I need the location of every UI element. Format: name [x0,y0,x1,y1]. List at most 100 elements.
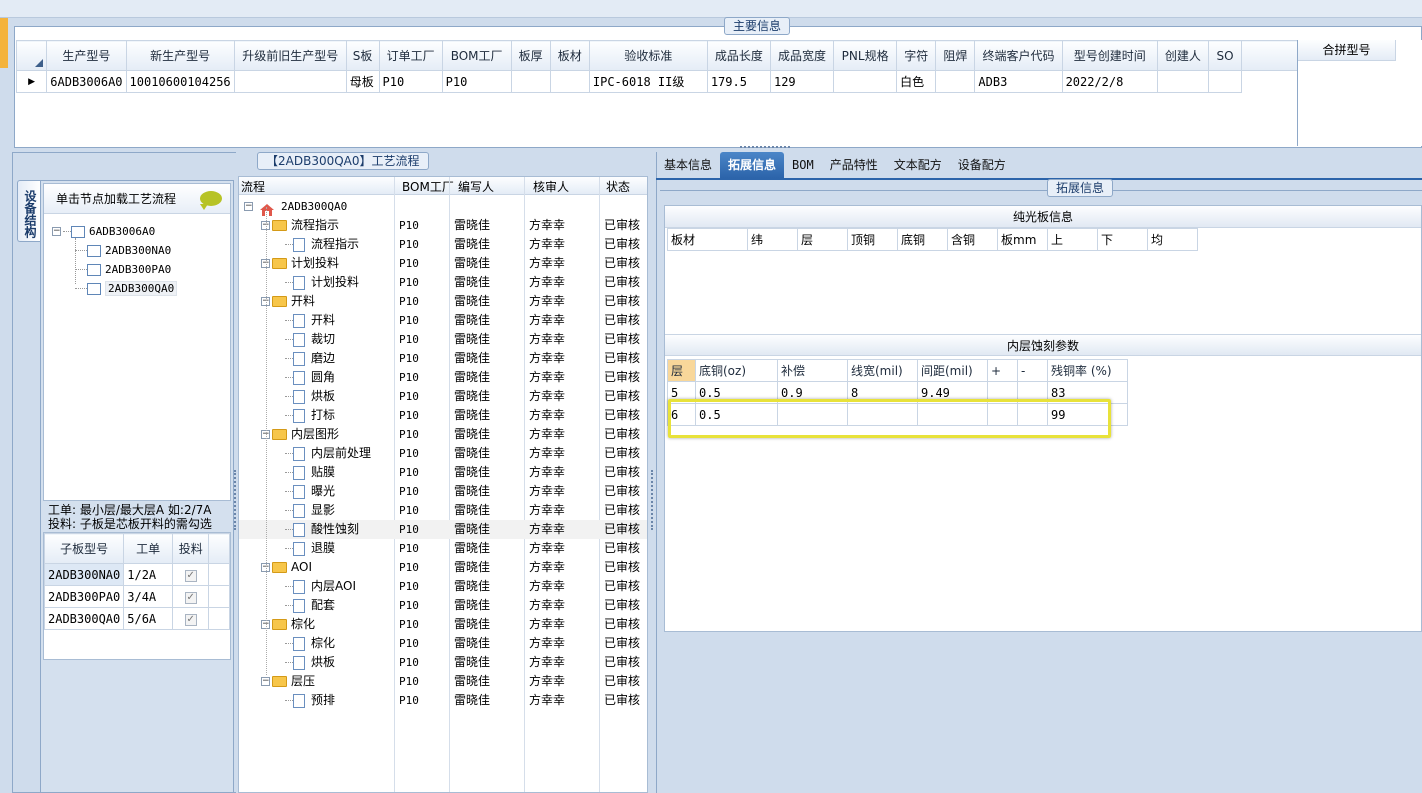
cell[interactable] [833,70,898,93]
table-row[interactable]: 2ADB300PA0 3/4A ✓ [43,585,230,608]
flow-row[interactable]: 烘板 P10 雷晓佳 方幸幸 已审核 [239,387,647,406]
plain-col-header[interactable]: 下 [1097,228,1148,251]
merge-model-header[interactable]: 合拼型号 [1298,40,1396,61]
flow-row[interactable]: 酸性蚀刻 P10 雷晓佳 方幸幸 已审核 [239,520,647,539]
cell[interactable]: 6ADB3006A0 [46,70,127,93]
table-row[interactable]: ▶ 6ADB3006A0 10010600104256 母板 P10 P10 IPC-601… [16,70,1298,93]
cell[interactable] [935,70,976,93]
table-row[interactable]: 2ADB300NA0 1/2A ✓ [43,563,230,586]
col-feed[interactable]: 投料 [171,533,210,564]
plain-col-header[interactable]: 含铜 [947,228,998,251]
col-header[interactable]: 阻焊 [935,40,976,71]
feed-checkbox[interactable]: ✓ [184,570,197,582]
flow-row[interactable]: 显影 P10 雷晓佳 方幸幸 已审核 [239,501,647,520]
etch-col-header[interactable]: 间距(mil) [917,359,988,382]
col-header[interactable]: 字符 [896,40,937,71]
flow-row[interactable]: 打标 P10 雷晓佳 方幸幸 已审核 [239,406,647,425]
feed-cell[interactable]: ✓ [171,563,210,586]
col-header[interactable]: 生产型号 [46,40,127,71]
tab-3[interactable]: 产品特性 [822,152,886,178]
flow-root-row[interactable]: − 2ADB300QA0 [239,197,647,216]
flow-row[interactable]: 烘板 P10 雷晓佳 方幸幸 已审核 [239,653,647,672]
etch-col-header[interactable]: 补偿 [777,359,848,382]
plain-col-header[interactable]: 板mm [997,228,1048,251]
col-header[interactable]: 型号创建时间 [1061,40,1158,71]
col-header[interactable]: S板 [345,40,380,71]
feed-cell[interactable]: ✓ [171,585,210,608]
plain-col-header[interactable]: 层 [797,228,848,251]
cell[interactable]: 10010600104256 [125,70,235,93]
flow-row[interactable]: − 流程指示 P10 雷晓佳 方幸幸 已审核 [239,216,647,235]
col-header[interactable]: 新生产型号 [125,40,235,71]
col-bom-factory[interactable]: BOM工厂 [402,178,454,195]
tab-5[interactable]: 设备配方 [950,152,1014,178]
cell[interactable] [1156,70,1209,93]
order-cell[interactable]: 5/6A [123,607,173,630]
flow-row[interactable]: − 层压 P10 雷晓佳 方幸幸 已审核 [239,672,647,691]
splitter-handle[interactable] [651,470,655,530]
cell[interactable] [549,70,590,93]
cell[interactable] [510,70,551,93]
flow-row[interactable]: 计划投料 P10 雷晓佳 方幸幸 已审核 [239,273,647,292]
flow-row[interactable]: 退膜 P10 雷晓佳 方幸幸 已审核 [239,539,647,558]
plain-col-header[interactable]: 板材 [667,228,748,251]
col-header[interactable]: 终端客户代码 [974,40,1063,71]
tab-4[interactable]: 文本配方 [886,152,950,178]
flow-row[interactable]: 开料 P10 雷晓佳 方幸幸 已审核 [239,311,647,330]
plain-col-header[interactable]: 顶铜 [847,228,898,251]
order-cell[interactable]: 3/4A [123,585,173,608]
flow-row[interactable]: − 内层图形 P10 雷晓佳 方幸幸 已审核 [239,425,647,444]
cell[interactable]: P10 [441,70,512,93]
plain-col-header[interactable]: 上 [1047,228,1098,251]
plain-col-header[interactable]: 均 [1147,228,1198,251]
tab-0[interactable]: 基本信息 [656,152,720,178]
plain-col-header[interactable]: 底铜 [897,228,948,251]
flow-row[interactable]: 预排 P10 雷晓佳 方幸幸 已审核 [239,691,647,710]
flow-row[interactable]: 流程指示 P10 雷晓佳 方幸幸 已审核 [239,235,647,254]
flow-row[interactable]: 棕化 P10 雷晓佳 方幸幸 已审核 [239,634,647,653]
tree-node-child[interactable]: 2ADB300NA0 [75,241,171,259]
etch-col-header[interactable]: 残铜率 (%) [1047,359,1128,382]
flow-row[interactable]: 磨边 P10 雷晓佳 方幸幸 已审核 [239,349,647,368]
flow-row[interactable]: − 开料 P10 雷晓佳 方幸幸 已审核 [239,292,647,311]
collapse-icon[interactable]: − [244,202,253,211]
col-header[interactable]: 订单工厂 [378,40,443,71]
cell[interactable] [1207,70,1243,93]
etch-col-header[interactable]: + [987,359,1018,382]
cell[interactable]: 179.5 [706,70,771,93]
col-reviewer[interactable]: 核审人 [533,178,569,195]
feed-cell[interactable]: ✓ [171,607,210,630]
col-header[interactable]: 创建人 [1156,40,1209,71]
cell[interactable]: 母板 [345,70,380,93]
col-header[interactable]: 成品长度 [706,40,771,71]
etch-col-header[interactable]: 层 [667,359,696,382]
tree-node-child[interactable]: 2ADB300PA0 [75,260,171,278]
col-flow[interactable]: 流程 [241,178,265,195]
sub-model-cell[interactable]: 2ADB300NA0 [43,563,125,586]
feed-checkbox[interactable]: ✓ [184,592,197,604]
col-header[interactable]: 板材 [549,40,590,71]
splitter-handle[interactable] [234,470,238,530]
feed-checkbox[interactable]: ✓ [184,614,197,626]
order-cell[interactable]: 1/2A [123,563,173,586]
flow-row[interactable]: − 计划投料 P10 雷晓佳 方幸幸 已审核 [239,254,647,273]
splitter-handle[interactable] [740,146,790,152]
col-header[interactable]: BOM工厂 [441,40,512,71]
col-header[interactable]: 验收标准 [588,40,708,71]
col-sub-model[interactable]: 子板型号 [43,533,125,564]
flow-row[interactable]: − 棕化 P10 雷晓佳 方幸幸 已审核 [239,615,647,634]
cell[interactable]: 2022/2/8 [1061,70,1158,93]
etch-col-header[interactable]: 底铜(oz) [695,359,778,382]
etch-col-header[interactable]: 线宽(mil) [847,359,918,382]
cell[interactable]: P10 [378,70,443,93]
flow-row[interactable]: 内层前处理 P10 雷晓佳 方幸幸 已审核 [239,444,647,463]
cell[interactable]: 白色 [896,70,937,93]
col-header[interactable]: 升级前旧生产型号 [233,40,347,71]
sub-model-cell[interactable]: 2ADB300QA0 [43,607,125,630]
flow-row[interactable]: 内层AOI P10 雷晓佳 方幸幸 已审核 [239,577,647,596]
col-writer[interactable]: 编写人 [458,178,494,195]
tree-node-child-selected[interactable]: 2ADB300QA0 [75,279,178,297]
cell[interactable] [233,70,347,93]
tree-node-root[interactable]: −6ADB3006A0 [52,222,155,240]
col-header[interactable]: SO [1207,40,1243,71]
